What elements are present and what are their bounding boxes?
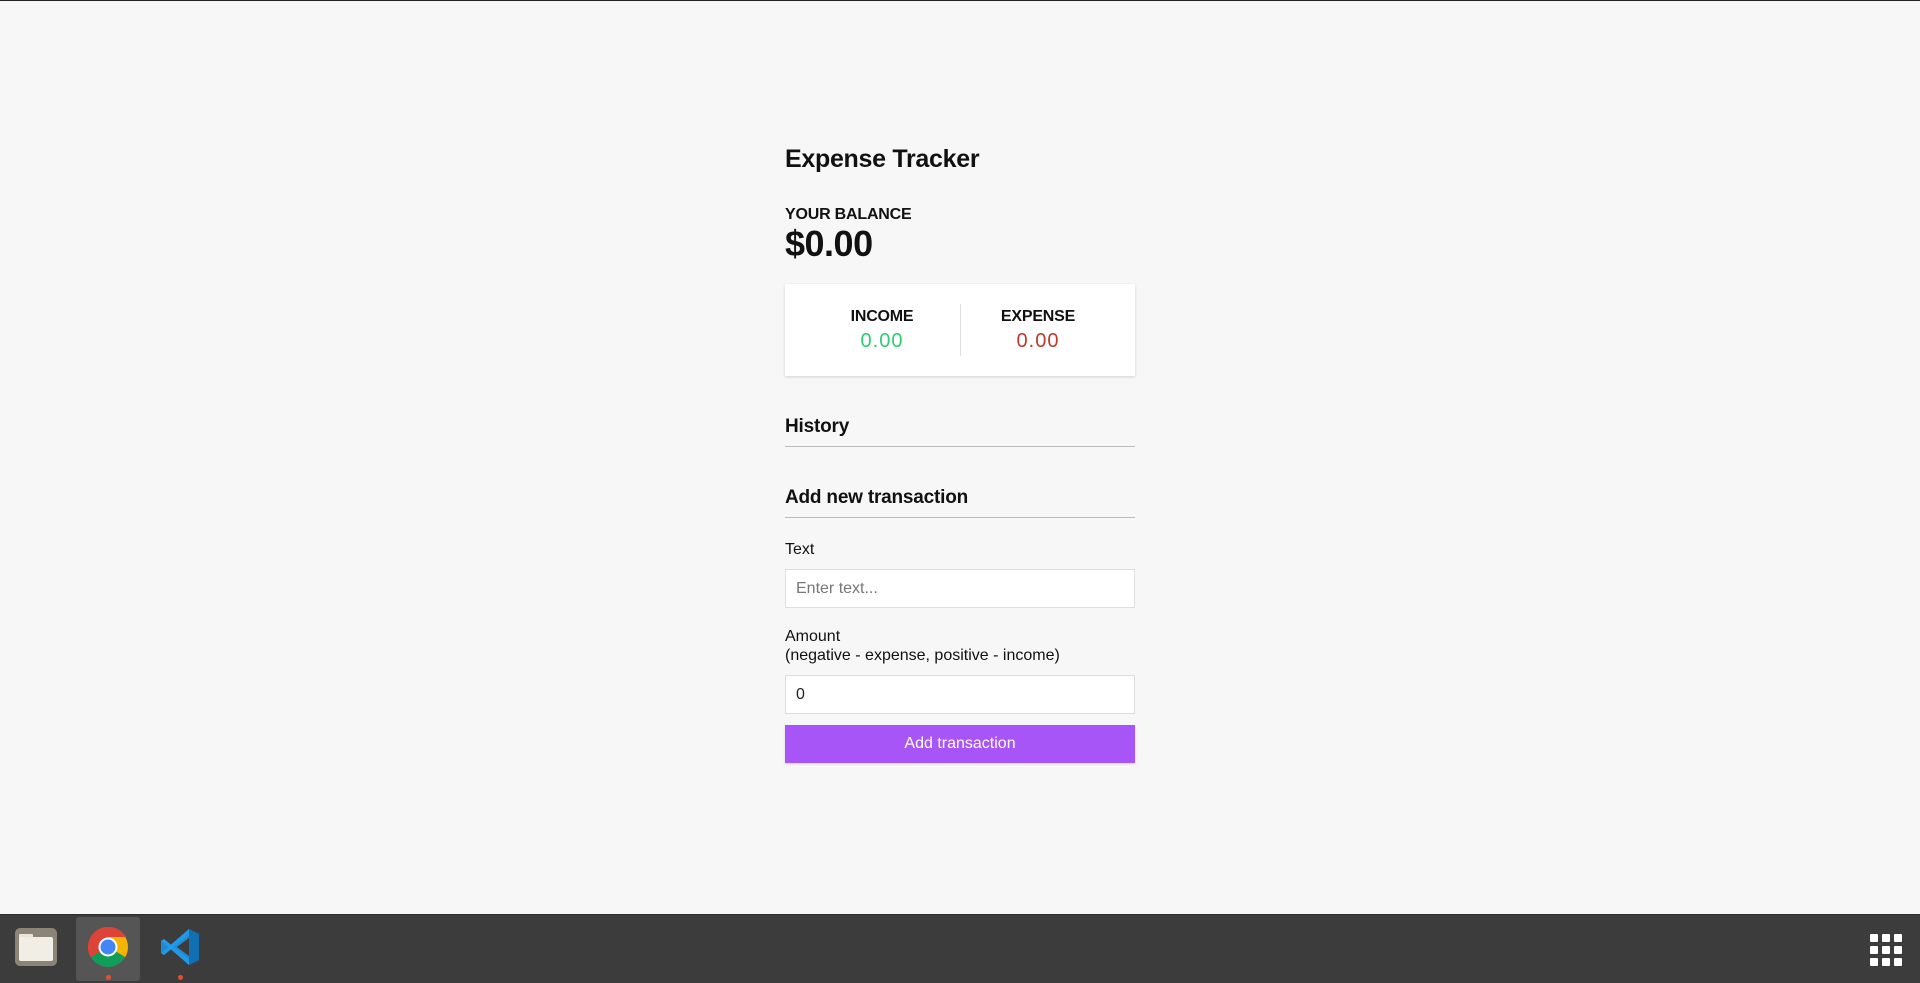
running-indicator [106,975,111,980]
amount-input[interactable] [785,675,1135,714]
grid-dot [1882,946,1890,954]
amount-label-main: Amount [785,628,841,645]
balance-value: $0.00 [785,223,873,264]
income-column: INCOME 0.00 [805,308,960,353]
page-title: Expense Tracker [785,145,980,173]
grid-dot [1882,934,1890,942]
expense-tracker-app: Expense Tracker YOUR BALANCE $0.00 INCOM… [785,145,1135,763]
income-label: INCOME [850,307,914,325]
add-transaction-form: Text Amount (negative - expense, positiv… [785,540,1135,763]
vscode-icon [159,926,201,973]
grid-dot [1870,934,1878,942]
add-transaction-heading: Add new transaction [785,487,1135,518]
balance-label: YOUR BALANCE [785,206,912,223]
history-heading: History [785,416,1135,447]
grid-dot [1894,946,1902,954]
grid-dot [1894,958,1902,966]
running-indicator [178,975,183,980]
grid-dot [1870,958,1878,966]
expense-column: EXPENSE 0.00 [961,308,1116,353]
text-input[interactable] [785,569,1135,608]
add-transaction-button[interactable]: Add transaction [785,725,1135,763]
files-app-button[interactable] [4,917,68,981]
window-top-border [0,0,1920,1]
income-value: 0.00 [860,329,904,352]
vscode-app-button[interactable] [148,917,212,981]
apps-grid-icon[interactable] [1870,934,1902,966]
expense-value: 0.00 [1016,329,1060,352]
text-field-label: Text [785,541,815,558]
files-icon [14,927,58,972]
amount-field-label: Amount (negative - expense, positive - i… [785,627,1135,665]
grid-dot [1882,958,1890,966]
chrome-app-button[interactable] [76,917,140,981]
amount-label-hint: (negative - expense, positive - income) [785,647,1060,664]
taskbar [0,914,1920,983]
grid-dot [1894,934,1902,942]
income-expense-summary: INCOME 0.00 EXPENSE 0.00 [785,284,1135,376]
grid-dot [1870,946,1878,954]
chrome-icon [86,925,130,974]
expense-label: EXPENSE [1000,307,1076,325]
